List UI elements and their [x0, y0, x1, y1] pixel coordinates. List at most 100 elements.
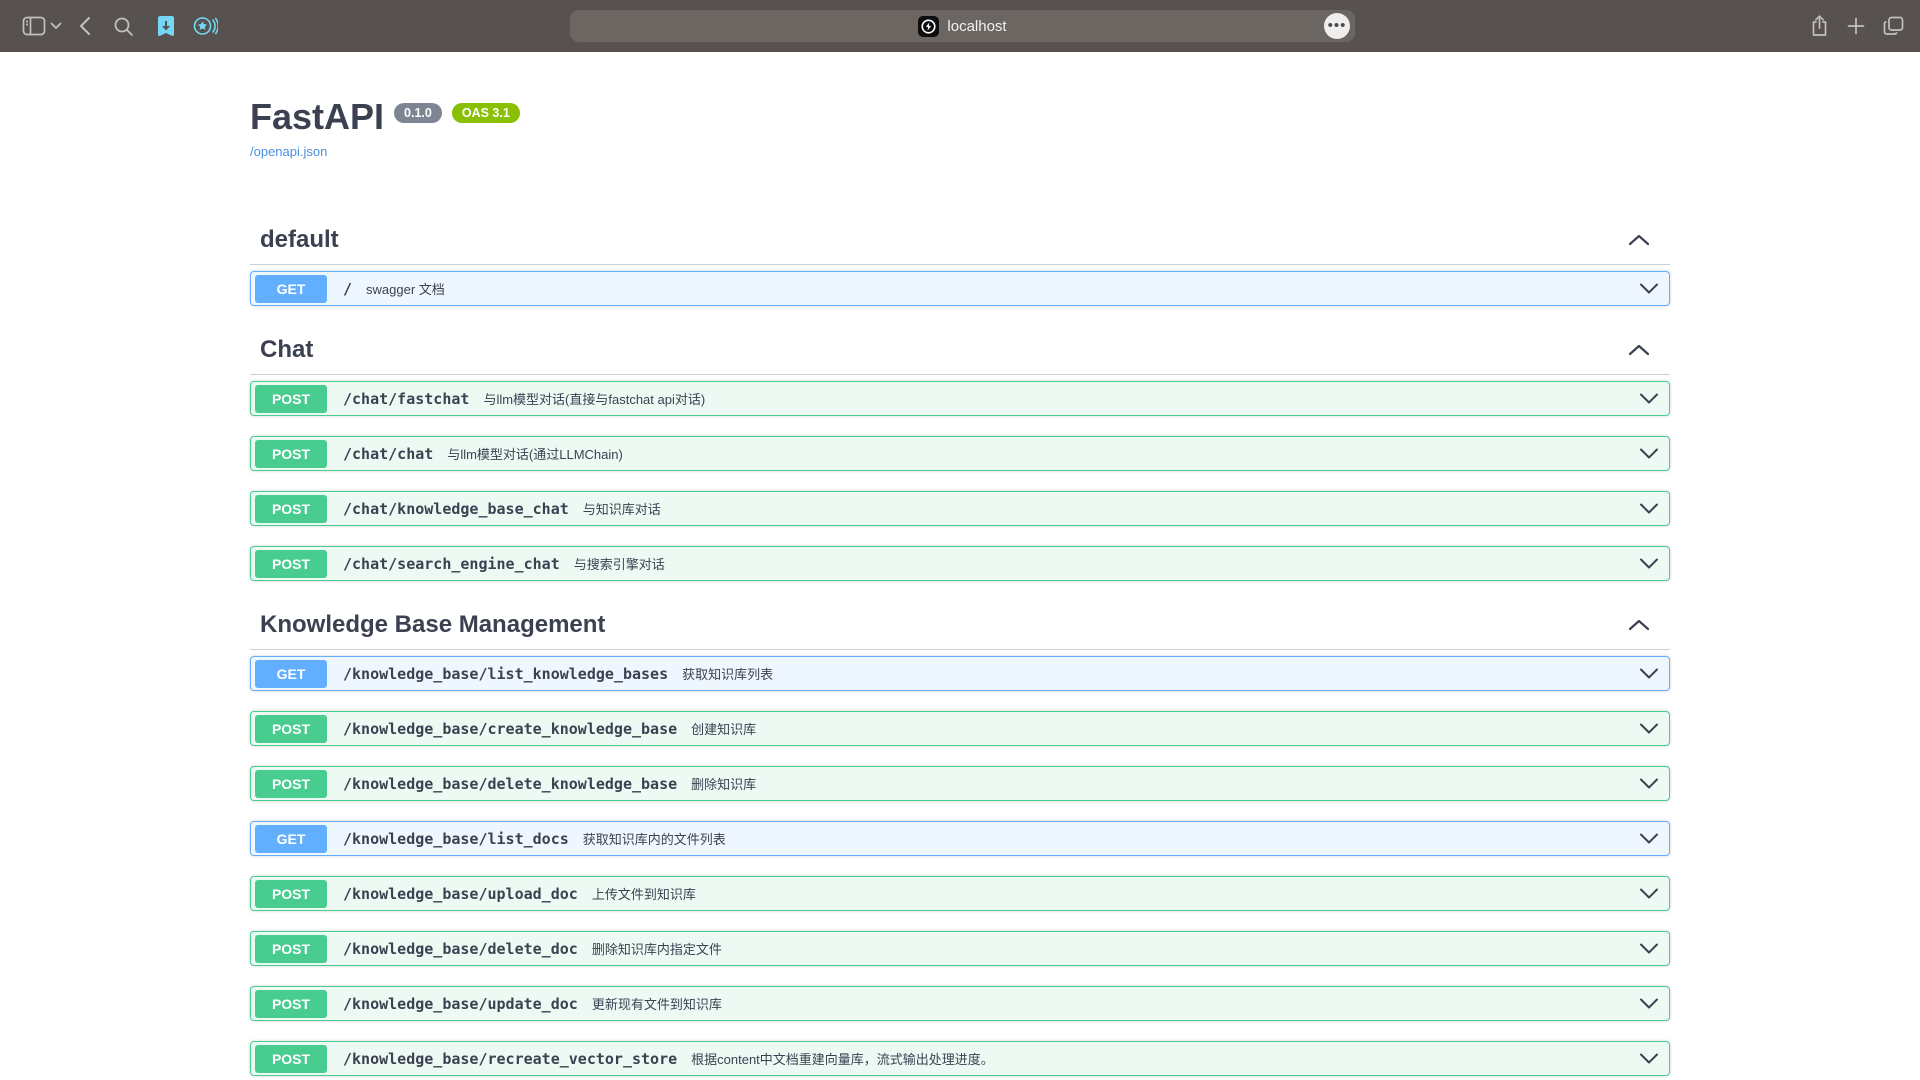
chevron-down-icon[interactable]	[1639, 943, 1659, 954]
endpoint-row[interactable]: POST /knowledge_base/upload_doc 上传文件到知识库	[250, 876, 1670, 911]
back-button[interactable]	[78, 16, 91, 36]
method-badge: POST	[255, 550, 327, 578]
page-title: FastAPI	[250, 96, 384, 137]
chevron-up-icon	[1628, 344, 1650, 356]
tabs-icon	[1883, 16, 1904, 36]
endpoint-row[interactable]: POST /knowledge_base/update_doc 更新现有文件到知…	[250, 986, 1670, 1021]
endpoint-row[interactable]: POST /knowledge_base/delete_doc 删除知识库内指定…	[250, 931, 1670, 966]
method-badge: GET	[255, 275, 327, 303]
url-text: localhost	[947, 18, 1006, 35]
endpoint-path: /chat/knowledge_base_chat	[343, 500, 569, 518]
chevron-down-icon[interactable]	[1639, 448, 1659, 459]
endpoint-path: /knowledge_base/recreate_vector_store	[343, 1050, 677, 1068]
chevron-down-icon[interactable]	[1639, 393, 1659, 404]
chevron-down-icon[interactable]	[1639, 778, 1659, 789]
endpoint-description: swagger 文档	[366, 279, 445, 298]
section-items-chat: POST /chat/fastchat 与llm模型对话(直接与fastchat…	[250, 375, 1670, 581]
section-title: default	[260, 226, 339, 254]
endpoint-path: /knowledge_base/list_docs	[343, 830, 569, 848]
endpoint-path: /knowledge_base/create_knowledge_base	[343, 720, 677, 738]
sidebar-chevron-button[interactable]	[50, 22, 62, 30]
chevron-down-icon[interactable]	[1639, 888, 1659, 899]
chevron-down-icon[interactable]	[1639, 558, 1659, 569]
share-button[interactable]	[1810, 15, 1829, 37]
endpoint-description: 删除知识库	[691, 774, 756, 793]
chevron-up-icon	[1628, 619, 1650, 631]
endpoint-description: 删除知识库内指定文件	[592, 939, 722, 958]
endpoint-row[interactable]: POST /knowledge_base/delete_knowledge_ba…	[250, 766, 1670, 801]
search-icon	[113, 16, 134, 37]
address-bar-content: localhost	[918, 16, 1006, 37]
method-badge: POST	[255, 990, 327, 1018]
sidebar-toggle-button[interactable]	[22, 16, 46, 36]
method-badge: POST	[255, 880, 327, 908]
tab-overview-button[interactable]	[1883, 16, 1904, 36]
chevron-down-icon[interactable]	[1639, 998, 1659, 1009]
section-header-chat[interactable]: Chat	[250, 326, 1670, 375]
api-info-block: FastAPI 0.1.0 OAS 3.1 /openapi.json	[250, 52, 1670, 161]
endpoint-path: /knowledge_base/upload_doc	[343, 885, 578, 903]
extension-broadcast-button[interactable]	[192, 14, 218, 38]
endpoint-path: /knowledge_base/update_doc	[343, 995, 578, 1013]
endpoint-row[interactable]: POST /chat/search_engine_chat 与搜索引擎对话	[250, 546, 1670, 581]
circle-star-extension-icon	[192, 14, 218, 38]
openapi-json-link[interactable]: /openapi.json	[250, 144, 327, 159]
version-badge: 0.1.0	[394, 103, 442, 123]
endpoint-description: 与搜索引擎对话	[574, 554, 665, 573]
chevron-down-icon[interactable]	[1639, 283, 1659, 294]
plus-icon	[1847, 17, 1865, 35]
share-icon	[1810, 15, 1829, 37]
section-header-default[interactable]: default	[250, 216, 1670, 265]
search-button[interactable]	[113, 16, 134, 37]
method-badge: GET	[255, 660, 327, 688]
page-more-button[interactable]: •••	[1324, 13, 1350, 39]
endpoint-row[interactable]: POST /knowledge_base/create_knowledge_ba…	[250, 711, 1670, 746]
endpoint-row[interactable]: GET / swagger 文档	[250, 271, 1670, 306]
endpoint-description: 与知识库对话	[583, 499, 661, 518]
method-badge: POST	[255, 495, 327, 523]
chevron-down-icon[interactable]	[1639, 723, 1659, 734]
endpoint-path: /knowledge_base/delete_doc	[343, 940, 578, 958]
endpoint-path: /	[343, 280, 352, 298]
section-title: Knowledge Base Management	[260, 611, 605, 639]
endpoint-row[interactable]: POST /chat/knowledge_base_chat 与知识库对话	[250, 491, 1670, 526]
method-badge: POST	[255, 1045, 327, 1073]
endpoint-row[interactable]: GET /knowledge_base/list_docs 获取知识库内的文件列…	[250, 821, 1670, 856]
endpoint-description: 获取知识库内的文件列表	[583, 829, 726, 848]
chevron-down-icon[interactable]	[1639, 668, 1659, 679]
back-icon	[78, 16, 91, 36]
section-title: Chat	[260, 336, 313, 364]
endpoint-description: 上传文件到知识库	[592, 884, 696, 903]
extension-bookmark-button[interactable]	[154, 14, 178, 38]
endpoint-description: 创建知识库	[691, 719, 756, 738]
endpoint-description: 获取知识库列表	[682, 664, 773, 683]
bookmark-download-extension-icon	[154, 14, 178, 38]
endpoint-path: /knowledge_base/list_knowledge_bases	[343, 665, 668, 683]
endpoint-path: /chat/fastchat	[343, 390, 469, 408]
endpoint-description: 更新现有文件到知识库	[592, 994, 722, 1013]
toolbar-right-group	[1810, 0, 1904, 52]
chevron-down-icon[interactable]	[1639, 503, 1659, 514]
section-header-knowledge-base[interactable]: Knowledge Base Management	[250, 601, 1670, 650]
endpoint-description: 与llm模型对话(直接与fastchat api对话)	[483, 389, 705, 408]
endpoint-row[interactable]: GET /knowledge_base/list_knowledge_bases…	[250, 656, 1670, 691]
new-tab-button[interactable]	[1847, 17, 1865, 35]
method-badge: GET	[255, 825, 327, 853]
method-badge: POST	[255, 385, 327, 413]
method-badge: POST	[255, 440, 327, 468]
browser-toolbar: localhost •••	[0, 0, 1920, 52]
endpoint-row[interactable]: POST /knowledge_base/recreate_vector_sto…	[250, 1041, 1670, 1076]
method-badge: POST	[255, 935, 327, 963]
endpoint-description: 根据content中文档重建向量库，流式输出处理进度。	[691, 1049, 994, 1068]
toolbar-left-group	[0, 14, 218, 38]
endpoint-path: /chat/search_engine_chat	[343, 555, 560, 573]
endpoint-row[interactable]: POST /chat/fastchat 与llm模型对话(直接与fastchat…	[250, 381, 1670, 416]
chevron-down-icon[interactable]	[1639, 1053, 1659, 1064]
chevron-up-icon	[1628, 234, 1650, 246]
endpoint-row[interactable]: POST /chat/chat 与llm模型对话(通过LLMChain)	[250, 436, 1670, 471]
address-bar[interactable]: localhost •••	[570, 10, 1355, 42]
chevron-down-icon[interactable]	[1639, 833, 1659, 844]
site-favicon	[918, 16, 939, 37]
lightning-bolt-icon	[921, 19, 936, 34]
section-items-knowledge-base: GET /knowledge_base/list_knowledge_bases…	[250, 650, 1670, 1076]
